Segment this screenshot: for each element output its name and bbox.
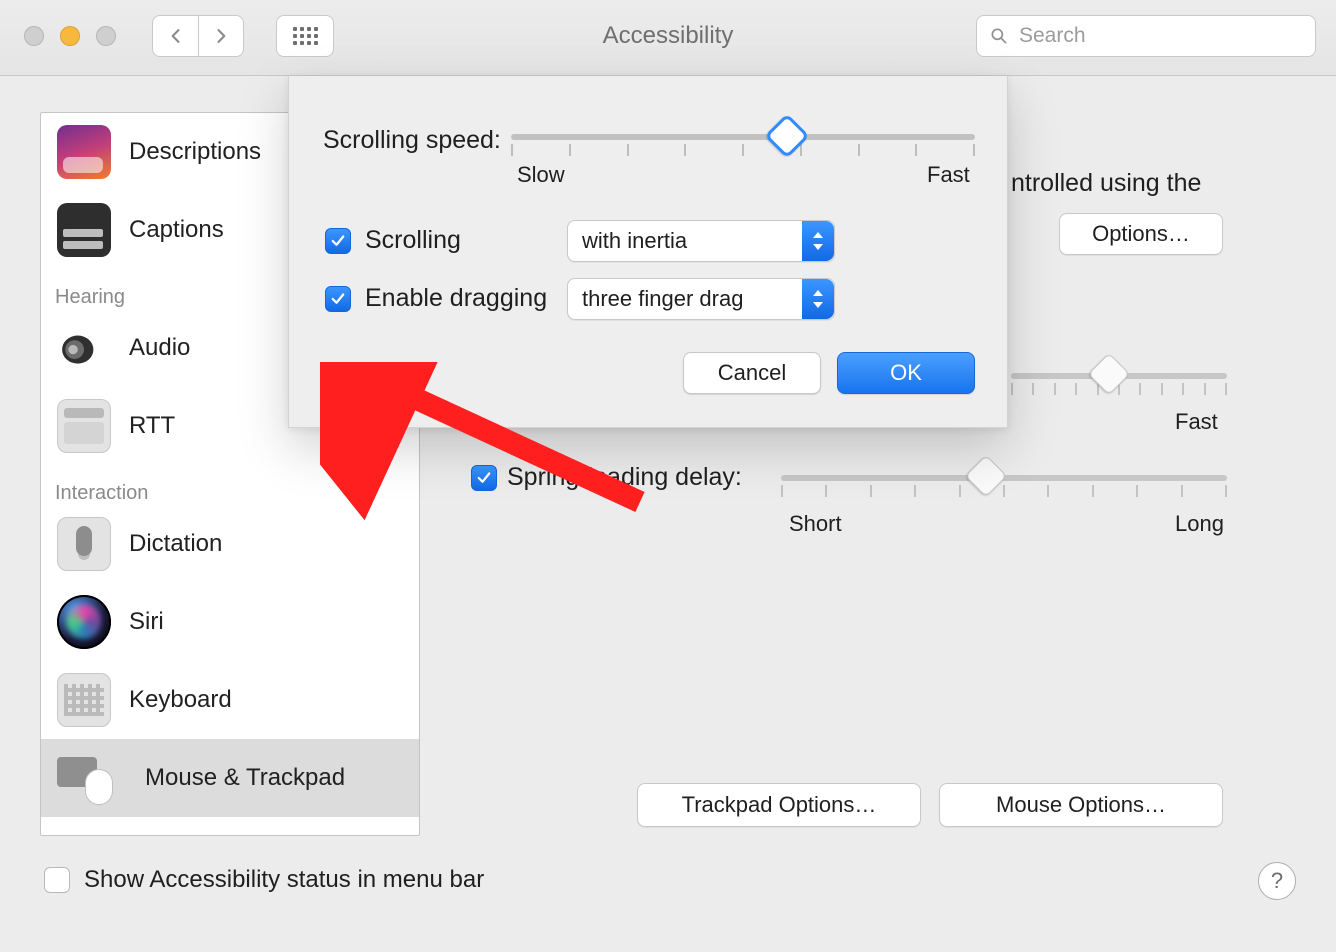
check-icon	[329, 290, 347, 308]
help-button[interactable]: ?	[1258, 862, 1296, 900]
spring-loading-short-label: Short	[789, 511, 842, 537]
sidebar-item-dictation[interactable]: Dictation	[41, 505, 419, 583]
scrolling-speed-slow-label: Slow	[517, 162, 565, 188]
sidebar-item-label: Descriptions	[129, 138, 261, 166]
controlled-using-text: ntrolled using the	[1011, 169, 1201, 198]
dragging-mode-popup[interactable]: three finger drag	[567, 278, 835, 320]
keyboard-icon	[57, 673, 111, 727]
trackpad-options-button[interactable]: Trackpad Options…	[637, 783, 921, 827]
spring-loading-checkbox[interactable]	[471, 465, 497, 492]
sidebar-item-label: Audio	[129, 334, 190, 362]
check-icon	[475, 469, 493, 487]
window-controls	[24, 26, 116, 46]
scrolling-speed-label: Scrolling speed:	[323, 126, 501, 155]
enable-dragging-label: Enable dragging	[365, 284, 547, 313]
sidebar-item-label: Siri	[129, 608, 164, 636]
close-window-button[interactable]	[24, 26, 44, 46]
check-icon	[329, 232, 347, 250]
zoom-window-button[interactable]	[96, 26, 116, 46]
show-status-row: Show Accessibility status in menu bar	[44, 866, 484, 894]
mouse-options-button[interactable]: Mouse Options…	[939, 783, 1223, 827]
dictation-icon	[57, 517, 111, 571]
rtt-icon	[57, 399, 111, 453]
search-input[interactable]	[1019, 24, 1289, 48]
scrolling-speed-fast-label: Fast	[927, 162, 970, 188]
show-status-label: Show Accessibility status in menu bar	[84, 866, 484, 894]
sidebar-header-interaction: Interaction	[41, 465, 419, 505]
sidebar-item-label: Captions	[129, 216, 224, 244]
sidebar-item-label: Mouse & Trackpad	[145, 764, 345, 792]
options-button[interactable]: Options…	[1059, 213, 1223, 255]
audio-icon	[57, 321, 111, 375]
dragging-row: Enable dragging	[325, 284, 547, 313]
scrolling-checkbox[interactable]	[325, 228, 351, 254]
scrolling-row: Scrolling	[325, 226, 461, 255]
sidebar-item-label: Keyboard	[129, 686, 232, 714]
popup-stepper-icon	[802, 279, 834, 319]
sidebar-item-label: Dictation	[129, 530, 222, 558]
show-all-button[interactable]	[276, 15, 334, 57]
dragging-mode-value: three finger drag	[582, 286, 743, 312]
sidebar-item-keyboard[interactable]: Keyboard	[41, 661, 419, 739]
sidebar-item-label: RTT	[129, 412, 175, 440]
captions-icon	[57, 203, 111, 257]
sidebar-item-siri[interactable]: Siri	[41, 583, 419, 661]
chevron-left-icon	[166, 26, 186, 46]
scrolling-mode-value: with inertia	[582, 228, 687, 254]
siri-icon	[57, 595, 111, 649]
trackpad-options-sheet: Scrolling speed: Slow Fast Scrolling wit…	[288, 76, 1008, 428]
titlebar: Accessibility	[0, 0, 1336, 76]
content-area: Descriptions Captions Hearing Audio RTT …	[0, 76, 1336, 952]
scrolling-label: Scrolling	[365, 226, 461, 255]
scrolling-speed-ticks	[511, 144, 975, 158]
cancel-button[interactable]: Cancel	[683, 352, 821, 394]
help-icon: ?	[1271, 868, 1283, 894]
spring-loading-long-label: Long	[1175, 511, 1224, 537]
spring-loading-ticks	[781, 485, 1227, 499]
ok-button[interactable]: OK	[837, 352, 975, 394]
popup-stepper-icon	[802, 221, 834, 261]
enable-dragging-checkbox[interactable]	[325, 286, 351, 312]
chevron-right-icon	[211, 26, 231, 46]
scrolling-mode-popup[interactable]: with inertia	[567, 220, 835, 262]
show-status-checkbox[interactable]	[44, 867, 70, 893]
nav-buttons	[152, 15, 244, 57]
search-field[interactable]	[976, 15, 1316, 57]
mouse-trackpad-icon	[57, 751, 127, 805]
search-icon	[989, 26, 1009, 46]
sidebar-item-mouse-trackpad[interactable]: Mouse & Trackpad	[41, 739, 419, 817]
double-click-fast-label: Fast	[1175, 409, 1218, 435]
minimize-window-button[interactable]	[60, 26, 80, 46]
back-button[interactable]	[152, 15, 198, 57]
spring-loading-label: Spring-loading delay:	[507, 463, 742, 492]
descriptions-icon	[57, 125, 111, 179]
grid-icon	[293, 27, 318, 45]
forward-button[interactable]	[198, 15, 244, 57]
scrolling-speed-slider[interactable]	[511, 134, 975, 140]
